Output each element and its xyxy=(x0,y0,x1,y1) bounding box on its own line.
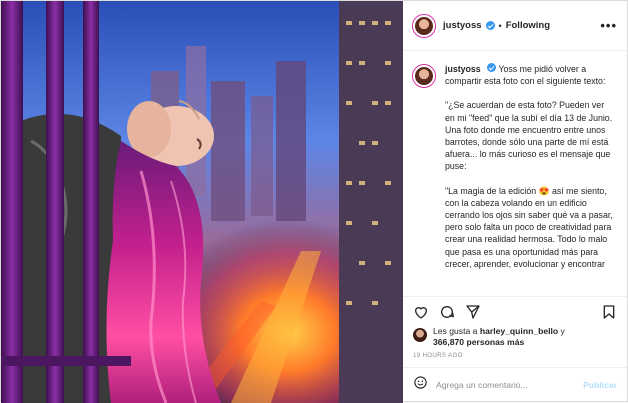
post-sidebar: justyoss • Following ••• justyoss Yoss m… xyxy=(403,1,627,401)
comment-icon[interactable] xyxy=(439,304,455,320)
liker-username[interactable]: harley_quinn_bello xyxy=(480,326,558,336)
caption-text: justyoss Yoss me pidió volver a comparti… xyxy=(445,63,615,296)
action-bar xyxy=(403,296,627,326)
post-photo[interactable] xyxy=(1,1,403,403)
verified-badge-icon xyxy=(485,21,495,30)
caption-paragraph: "La magia de la edición 😍 así me siento,… xyxy=(445,185,613,269)
liker-avatar[interactable] xyxy=(413,328,427,342)
publish-button[interactable]: Publicar xyxy=(583,380,617,390)
instagram-post: justyoss • Following ••• justyoss Yoss m… xyxy=(0,0,628,403)
post-header: justyoss • Following ••• xyxy=(403,1,627,51)
heart-icon[interactable] xyxy=(413,304,429,320)
verified-badge-icon xyxy=(487,63,497,72)
likes-count[interactable]: 366,870 personas más xyxy=(433,337,524,347)
caption-username[interactable]: justyoss xyxy=(445,64,481,74)
author-avatar[interactable] xyxy=(413,14,435,37)
city-night-photo xyxy=(1,1,403,403)
more-options-icon[interactable]: ••• xyxy=(600,18,617,33)
caption-area: justyoss Yoss me pidió volver a comparti… xyxy=(403,51,627,296)
post-timestamp[interactable]: 19 HOURS AGO xyxy=(403,348,627,367)
header-separator: • xyxy=(498,20,502,31)
caption-avatar[interactable] xyxy=(413,65,435,87)
comment-input[interactable] xyxy=(436,379,576,390)
likes-prefix: Les gusta a xyxy=(433,326,478,336)
likes-summary: Les gusta a harley_quinn_bello y 366,870… xyxy=(403,326,627,348)
following-button[interactable]: Following xyxy=(506,20,550,31)
comment-box: Publicar xyxy=(403,367,627,401)
caption-paragraph: "¿Se acuerdan de esta foto? Pueden ver e… xyxy=(445,100,613,172)
likes-joiner: y xyxy=(560,326,565,336)
emoji-icon[interactable] xyxy=(413,375,428,395)
share-icon[interactable] xyxy=(465,304,481,320)
author-username[interactable]: justyoss xyxy=(443,20,482,31)
bookmark-icon[interactable] xyxy=(601,304,617,320)
